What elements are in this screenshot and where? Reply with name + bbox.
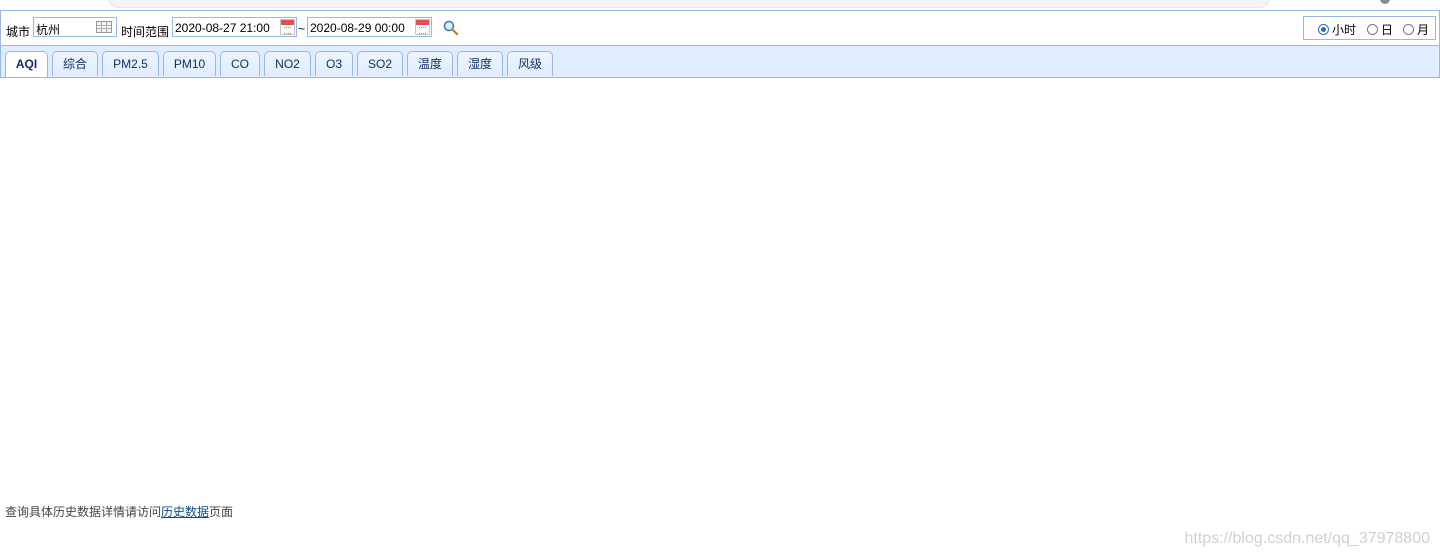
radio-month-label: 月 [1417,22,1430,37]
tab-pm10[interactable]: PM10 [163,51,216,76]
address-bar-edge [108,0,1270,8]
tab-aqi[interactable]: AQI [5,51,48,77]
metric-tabs: AQI 综合 PM2.5 PM10 CO NO2 O3 SO2 温度 湿度 风级 [0,45,1440,78]
start-time-value: 2020-08-27 21:00 [175,21,270,35]
tab-pm25[interactable]: PM2.5 [102,51,159,76]
tab-co[interactable]: CO [220,51,260,76]
end-time-value: 2020-08-29 00:00 [310,21,405,35]
radio-day[interactable]: 日 [1367,22,1394,37]
tab-o3[interactable]: O3 [315,51,353,76]
history-data-link[interactable]: 历史数据 [161,505,209,519]
city-combobox[interactable]: 杭州 [33,17,117,37]
history-hint: 查询具体历史数据详情请访问历史数据页面 [5,503,233,520]
tab-humidity[interactable]: 湿度 [457,51,503,76]
watermark: https://blog.csdn.net/qq_37978800 [1184,530,1430,547]
tab-so2[interactable]: SO2 [357,51,403,76]
range-separator: ~ [298,22,306,36]
end-time-input[interactable]: 2020-08-29 00:00 [307,17,432,37]
radio-button-icon[interactable] [1318,23,1329,35]
tab-no2[interactable]: NO2 [264,51,311,76]
profile-icon [1380,0,1390,4]
search-icon[interactable] [442,19,460,37]
grid-picker-icon[interactable] [96,21,112,33]
city-value: 杭州 [36,23,61,37]
radio-hour-label: 小时 [1332,22,1357,37]
tab-wind-level[interactable]: 风级 [507,51,553,76]
city-label: 城市 [6,25,31,39]
calendar-icon[interactable] [415,19,430,35]
tab-overall[interactable]: 综合 [52,51,98,76]
history-hint-prefix: 查询具体历史数据详情请访问 [5,505,162,519]
radio-month[interactable]: 月 [1403,22,1430,37]
browser-top-edge [0,0,1440,10]
radio-day-label: 日 [1381,22,1394,37]
time-range-label: 时间范围 [121,25,170,39]
calendar-icon[interactable] [280,19,295,35]
tab-temperature[interactable]: 温度 [407,51,453,76]
granularity-radio-group: 小时 日 月 [1303,16,1436,40]
radio-button-icon[interactable] [1403,23,1414,35]
radio-button-icon[interactable] [1367,23,1378,35]
query-toolbar: 城市 杭州 时间范围 2020-08-27 21:00 ~ 2020-08-29… [0,10,1440,46]
start-time-input[interactable]: 2020-08-27 21:00 [172,17,297,37]
history-hint-suffix: 页面 [209,505,234,519]
radio-hour[interactable]: 小时 [1318,22,1357,37]
